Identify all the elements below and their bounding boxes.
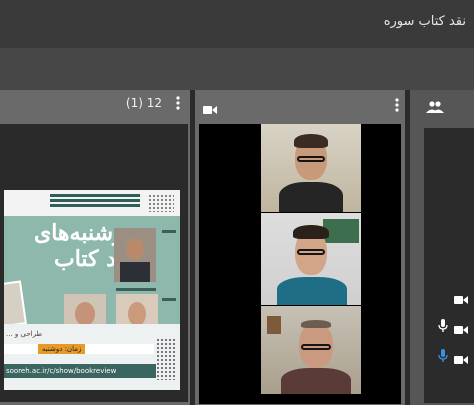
- presentation-slide: دوشنبه‌های نقد کتاب طراحی و ...: [4, 190, 180, 390]
- slide-header-text: [50, 194, 140, 197]
- video-camera-icon: [203, 100, 217, 119]
- share-pod: (1) 12 دوشنبه‌های نقد کتاب: [0, 90, 190, 405]
- video-stage: [199, 124, 401, 404]
- toolbar: [0, 48, 474, 90]
- attendee-row[interactable]: [428, 318, 468, 334]
- decorative-dots: [156, 338, 176, 380]
- video-pod: [195, 90, 405, 405]
- microphone-active-icon[interactable]: [438, 348, 448, 367]
- slide-date-bar: زمان: دوشنبه: [4, 344, 154, 354]
- critic-name: [162, 298, 176, 301]
- presentation-area: دوشنبه‌های نقد کتاب طراحی و ...: [0, 124, 188, 402]
- decorative-dots: [148, 194, 174, 212]
- participant-video[interactable]: [261, 124, 361, 212]
- slide-footer: طراحی و ... زمان: دوشنبه sooreh.ac.ir/c/…: [4, 324, 180, 390]
- users-icon: [426, 98, 444, 117]
- speaker-name: [162, 230, 176, 233]
- microphone-icon[interactable]: [438, 318, 448, 337]
- title-bar: نقد کتاب سوره: [0, 0, 474, 48]
- share-pod-header: (1) 12: [0, 90, 190, 118]
- more-options-icon[interactable]: [395, 97, 399, 116]
- slide-header: [4, 190, 180, 216]
- speaker-photo: [114, 228, 156, 282]
- attendee-row[interactable]: [428, 348, 468, 364]
- meeting-title: نقد کتاب سوره: [383, 14, 466, 29]
- slide-date-label: زمان: دوشنبه: [38, 344, 86, 354]
- slide-link: sooreh.ac.ir/c/show/bookreview: [4, 364, 156, 378]
- more-options-icon[interactable]: [176, 95, 180, 114]
- video-pod-header: [195, 90, 405, 118]
- video-camera-icon: [454, 290, 468, 309]
- video-camera-icon: [454, 350, 468, 369]
- page-count: (1) 12: [125, 96, 162, 110]
- participant-video[interactable]: [261, 306, 361, 394]
- slide-description: طراحی و ...: [6, 330, 43, 338]
- speaker-role: [116, 288, 156, 291]
- attendee-row[interactable]: [428, 288, 468, 304]
- users-pod: [410, 90, 474, 405]
- video-camera-icon: [454, 320, 468, 339]
- participant-video[interactable]: [261, 213, 361, 305]
